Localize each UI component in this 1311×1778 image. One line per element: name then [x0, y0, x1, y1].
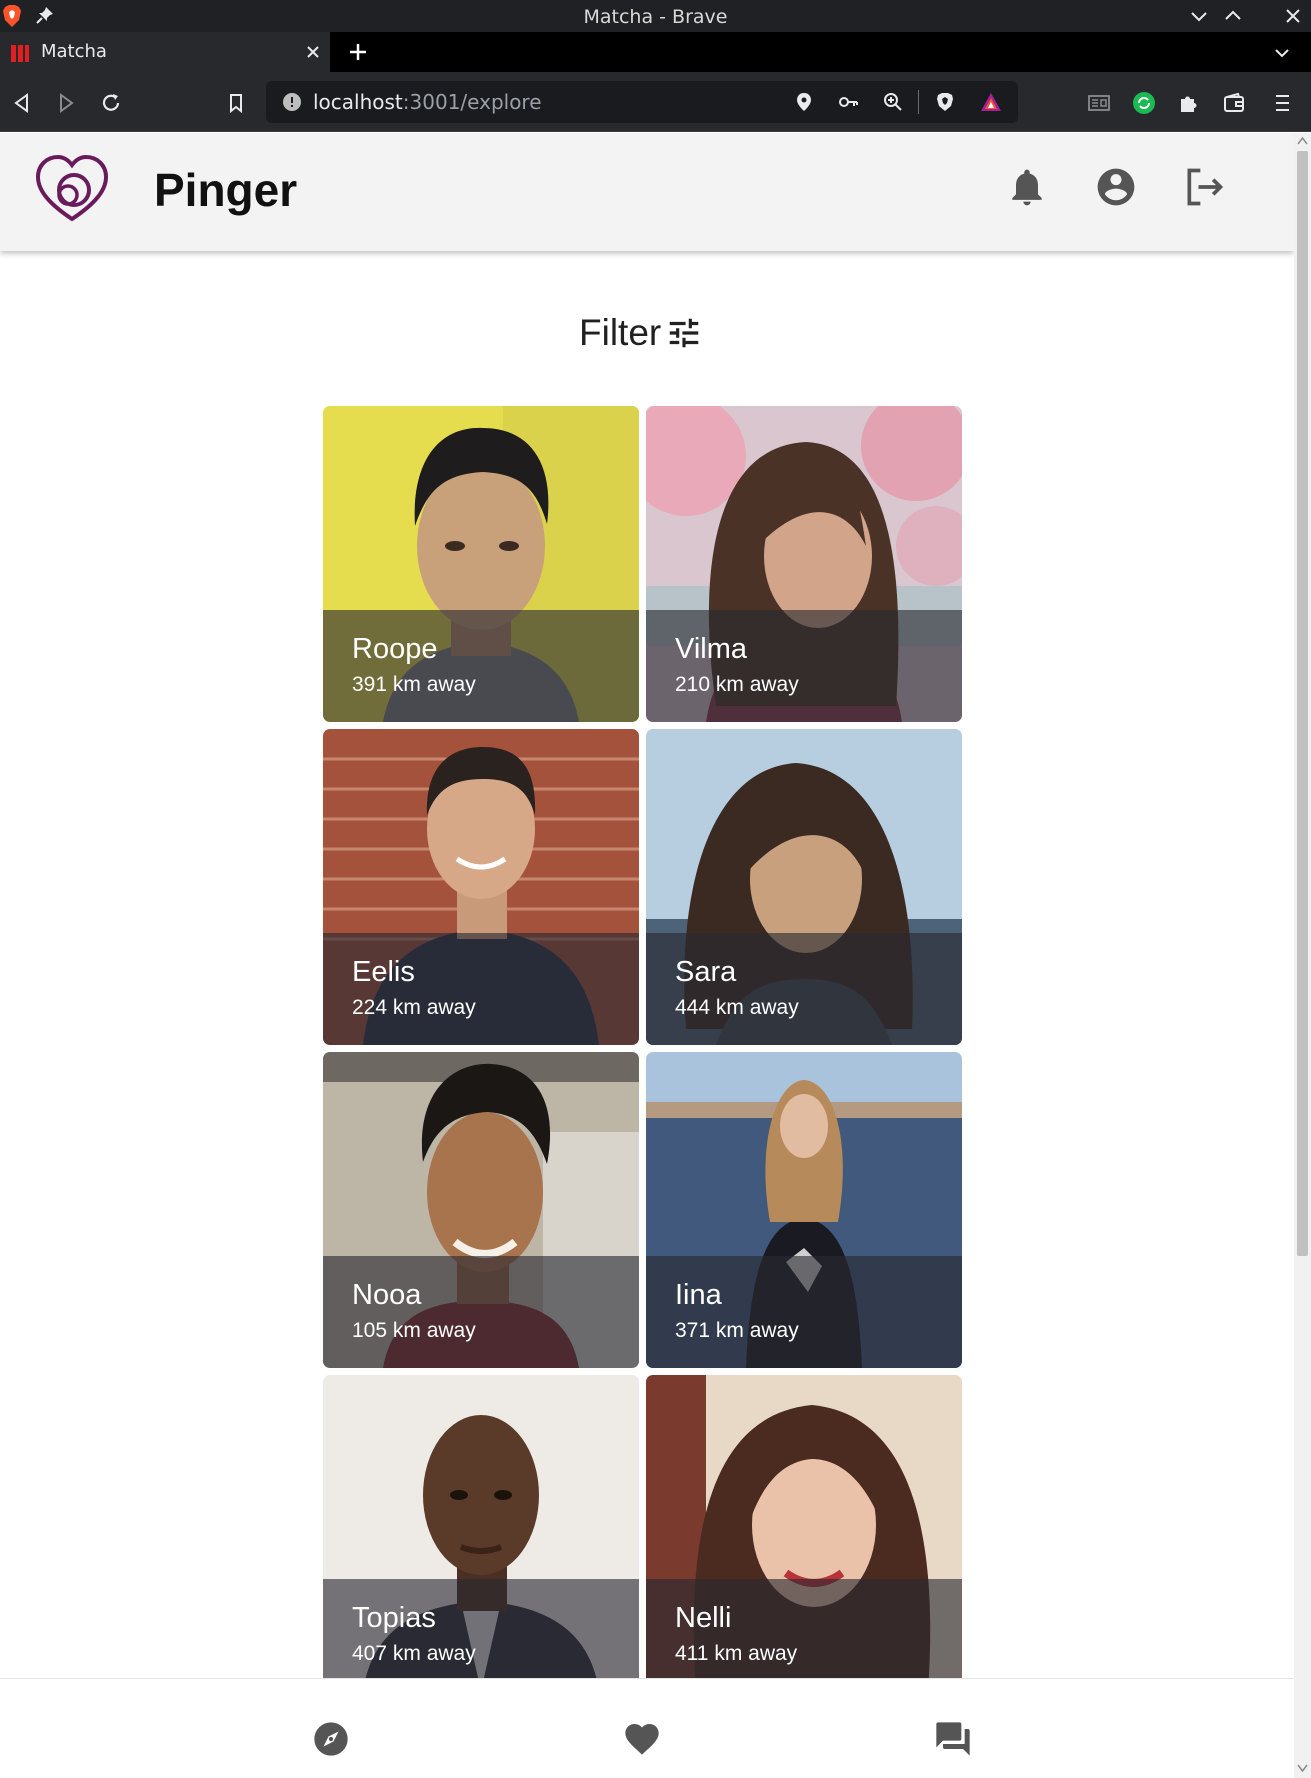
close-window-icon[interactable]: [1282, 5, 1304, 27]
url-path: :3001/explore: [402, 90, 542, 114]
matcha-favicon-icon: [11, 45, 29, 62]
close-tab-icon[interactable]: [304, 43, 322, 61]
profile-name: Nelli: [675, 1602, 732, 1634]
tab-list-chevron-icon[interactable]: [1272, 43, 1292, 63]
scroll-down-arrow-icon[interactable]: [1297, 1763, 1308, 1773]
profile-name: Vilma: [675, 633, 747, 665]
bottom-navigation: [0, 1678, 1294, 1778]
profile-card[interactable]: Topias 407 km away: [323, 1375, 639, 1691]
url-divider: [918, 90, 919, 114]
account-circle-icon[interactable]: [1094, 165, 1138, 209]
scroll-up-arrow-icon[interactable]: [1297, 136, 1308, 146]
main-menu-icon[interactable]: [1270, 91, 1294, 115]
chat-icon[interactable]: [933, 1719, 973, 1759]
profile-name: Nooa: [352, 1279, 422, 1311]
card-caption-overlay: [646, 1256, 962, 1368]
window-title: Matcha - Brave: [583, 6, 728, 28]
zoom-icon[interactable]: [882, 91, 904, 113]
scrollbar-thumb[interactable]: [1297, 151, 1308, 1256]
pinger-logo-icon[interactable]: [34, 153, 110, 225]
brave-rewards-icon[interactable]: [980, 91, 1002, 113]
tab-strip: Matcha: [0, 32, 1311, 72]
profile-card[interactable]: Nooa 105 km away: [323, 1052, 639, 1368]
profile-name: Roope: [352, 633, 438, 665]
profile-distance: 391 km away: [352, 673, 476, 696]
url-text[interactable]: localhost:3001/explore: [313, 90, 542, 114]
page-scrollbar[interactable]: [1294, 133, 1311, 1778]
forward-icon[interactable]: [54, 91, 78, 115]
back-icon[interactable]: [10, 91, 34, 115]
profile-name: Iina: [675, 1279, 722, 1311]
location-pin-icon[interactable]: [793, 91, 815, 113]
profile-card[interactable]: Eelis 224 km away: [323, 729, 639, 1045]
wallet-icon[interactable]: [1222, 91, 1246, 115]
card-caption-overlay: [323, 1579, 639, 1691]
profile-distance: 407 km away: [352, 1642, 476, 1665]
card-caption-overlay: [323, 1256, 639, 1368]
extensions-puzzle-icon[interactable]: [1177, 91, 1201, 115]
reader-mode-icon[interactable]: [1087, 91, 1111, 115]
site-info-icon[interactable]: [282, 92, 302, 112]
app-header: Pinger: [0, 133, 1294, 251]
card-caption-overlay: [646, 933, 962, 1045]
sync-extension-icon[interactable]: [1132, 91, 1156, 115]
profile-card[interactable]: Nelli 411 km away: [646, 1375, 962, 1691]
card-caption-overlay: [323, 933, 639, 1045]
card-caption-overlay: [646, 610, 962, 722]
profile-card[interactable]: Vilma 210 km away: [646, 406, 962, 722]
maximize-chevron-icon[interactable]: [1222, 5, 1244, 27]
key-icon[interactable]: [837, 91, 859, 113]
logout-icon[interactable]: [1182, 165, 1226, 209]
brand-title[interactable]: Pinger: [154, 163, 297, 217]
filter-button[interactable]: Filter: [579, 308, 703, 358]
profile-card[interactable]: Sara 444 km away: [646, 729, 962, 1045]
profile-card[interactable]: Roope 391 km away: [323, 406, 639, 722]
profile-name: Eelis: [352, 956, 415, 988]
card-caption-overlay: [646, 1579, 962, 1691]
minimize-chevron-icon[interactable]: [1188, 5, 1210, 27]
profile-distance: 444 km away: [675, 996, 799, 1019]
filter-label: Filter: [579, 312, 662, 353]
tune-icon: [669, 318, 699, 348]
bookmark-icon[interactable]: [224, 91, 248, 115]
url-host: localhost: [313, 90, 403, 114]
profile-name: Topias: [352, 1602, 436, 1634]
profile-distance: 105 km away: [352, 1319, 476, 1342]
profile-card[interactable]: Iina 371 km away: [646, 1052, 962, 1368]
profile-distance: 371 km away: [675, 1319, 799, 1342]
new-tab-plus-icon[interactable]: [347, 41, 369, 63]
tab-title: Matcha: [41, 41, 107, 62]
explore-compass-icon[interactable]: [311, 1719, 351, 1759]
profile-name: Sara: [675, 956, 737, 988]
profile-distance: 224 km away: [352, 996, 476, 1019]
card-caption-overlay: [323, 610, 639, 722]
tab-matcha[interactable]: Matcha: [0, 32, 330, 72]
navigation-toolbar: localhost:3001/explore: [0, 72, 1311, 132]
heart-icon[interactable]: [622, 1719, 662, 1759]
bell-icon[interactable]: [1005, 165, 1049, 209]
address-bar[interactable]: localhost:3001/explore: [266, 81, 1018, 123]
window-titlebar: Matcha - Brave: [0, 0, 1311, 32]
profile-distance: 411 km away: [675, 1642, 798, 1665]
profile-distance: 210 km away: [675, 673, 799, 696]
reload-icon[interactable]: [99, 91, 123, 115]
page-viewport: Pinger Filter Roope 391 km away Vilma 21…: [0, 133, 1294, 1778]
brave-shields-icon[interactable]: [934, 91, 956, 113]
